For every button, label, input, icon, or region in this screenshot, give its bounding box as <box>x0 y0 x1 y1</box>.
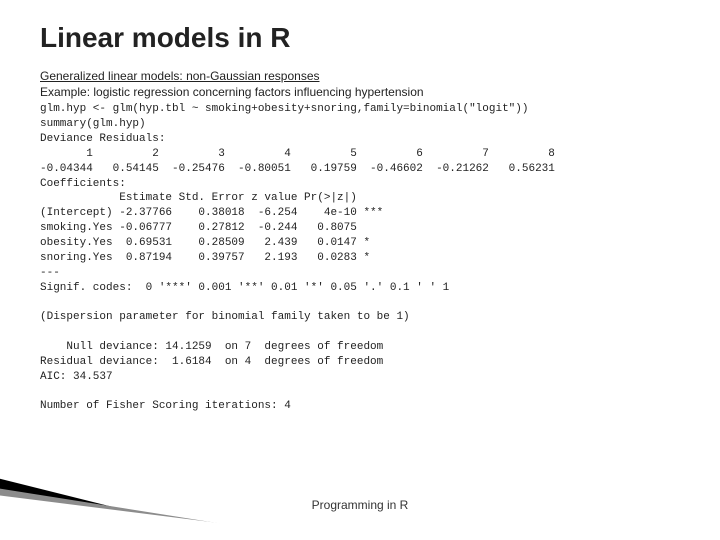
page-title: Linear models in R <box>40 22 680 54</box>
slide: Linear models in R Generalized linear mo… <box>0 0 720 540</box>
decor-wedge-white <box>0 488 370 540</box>
code-output: glm.hyp <- glm(hyp.tbl ~ smoking+obesity… <box>40 102 680 414</box>
example-description: Example: logistic regression concerning … <box>40 84 680 100</box>
section-subhead: Generalized linear models: non-Gaussian … <box>40 68 680 84</box>
